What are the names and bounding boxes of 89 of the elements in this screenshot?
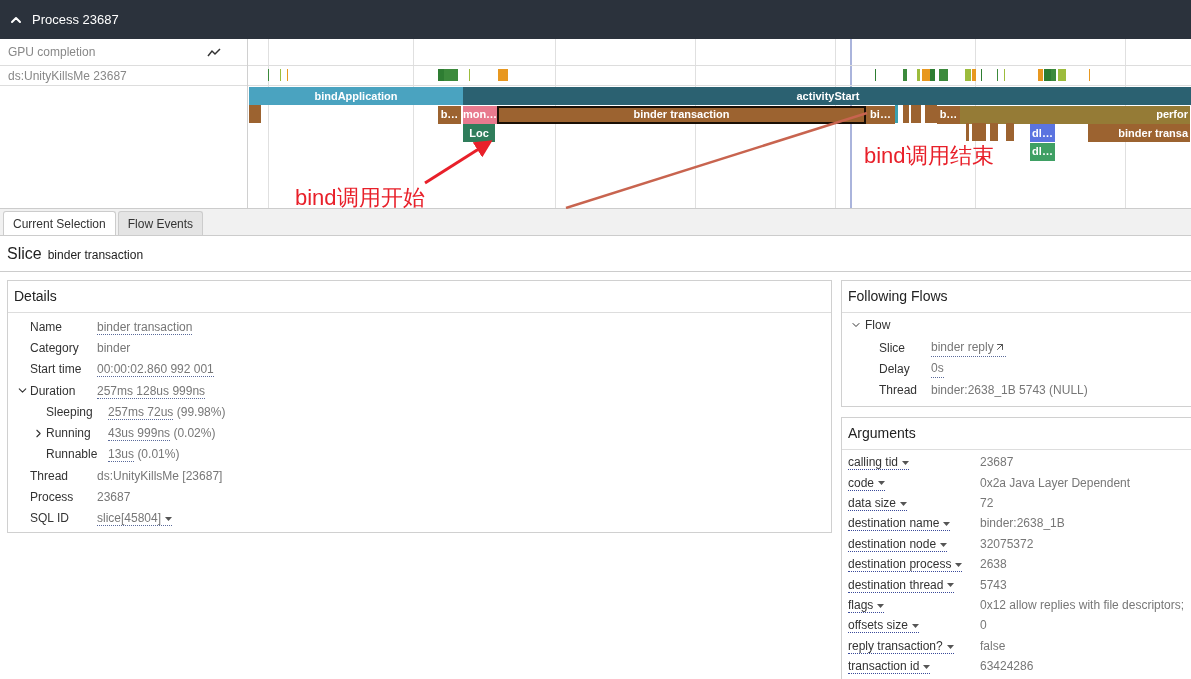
field-value[interactable]: 13us (0.01%) xyxy=(108,445,180,464)
field-label: Running xyxy=(46,425,91,443)
field-label: Name xyxy=(30,318,62,336)
dropdown-caret-icon xyxy=(947,583,955,588)
panel-tab[interactable]: Flow Events xyxy=(117,211,204,235)
dropdown-caret-icon xyxy=(943,522,951,527)
field-label: Thread xyxy=(30,467,69,485)
field-value[interactable]: binder reply xyxy=(931,338,1006,358)
argument-value: 72 xyxy=(980,494,994,512)
field-value: ds:UnityKillsMe [23687] xyxy=(97,467,223,485)
trace-slice[interactable]: perfor xyxy=(960,105,1190,124)
trace-slice[interactable]: bindApplication xyxy=(249,87,463,105)
argument-value: false xyxy=(980,637,1006,655)
dropdown-caret-icon xyxy=(877,603,885,608)
argument-value: 23687 xyxy=(980,454,1014,472)
dropdown-caret-icon xyxy=(955,562,963,567)
argument-key[interactable]: data size xyxy=(848,495,908,511)
field-label: Thread xyxy=(879,382,919,400)
trace-slice[interactable]: binder transaction xyxy=(497,105,866,124)
argument-value: 63424286 xyxy=(980,658,1034,676)
argument-value: 5743 xyxy=(980,576,1007,594)
trace-slice[interactable]: activityStart xyxy=(463,87,1191,105)
field-label: Slice xyxy=(879,339,906,357)
argument-key[interactable]: flags xyxy=(848,597,885,613)
process-title: Process 23687 xyxy=(32,10,119,29)
field-label: Delay xyxy=(879,360,911,378)
trace-slice[interactable]: mon… xyxy=(463,105,497,124)
argument-key[interactable]: code xyxy=(848,475,886,491)
argument-key[interactable]: transaction id xyxy=(848,659,931,675)
trace-slice[interactable]: dl… xyxy=(1030,124,1055,142)
dropdown-caret-icon xyxy=(946,644,954,649)
argument-key[interactable]: calling tid xyxy=(848,455,910,471)
track-label: ds:UnityKillsMe 23687 xyxy=(8,67,127,85)
selection-name: binder transaction xyxy=(47,246,144,264)
dropdown-caret-icon xyxy=(900,501,908,506)
field-value[interactable]: 43us 999ns (0.02%) xyxy=(108,424,216,443)
argument-key[interactable]: destination thread xyxy=(848,577,955,593)
field-value: 23687 xyxy=(97,489,131,506)
slice-ticks-drawing xyxy=(895,105,937,123)
field-label: Runnable xyxy=(46,446,98,464)
argument-key[interactable]: destination process xyxy=(848,557,963,573)
field-value[interactable]: 00:00:02.860 992 001 xyxy=(97,360,214,379)
field-label: Start time xyxy=(30,361,82,379)
dropdown-caret-icon xyxy=(911,624,919,629)
argument-value: 0 xyxy=(980,617,987,635)
annotation-text: bind调用开始 xyxy=(295,185,425,211)
trace-slice[interactable]: binder transa xyxy=(1088,124,1190,142)
field-value[interactable]: 0s xyxy=(931,359,944,379)
trace-slice[interactable]: b… xyxy=(438,105,461,124)
argument-key[interactable]: destination name xyxy=(848,516,951,532)
trace-slice[interactable]: bi… xyxy=(866,105,895,124)
field-value[interactable]: binder transaction xyxy=(97,317,193,336)
field-value: binder xyxy=(97,339,131,357)
flow-group-label: Flow xyxy=(865,317,891,334)
slice-ticks-drawing xyxy=(249,105,261,123)
argument-value: 32075372 xyxy=(980,535,1034,553)
panel-title: Arguments xyxy=(842,418,1191,450)
dropdown-caret-icon xyxy=(940,542,948,547)
field-value[interactable]: 257ms 72us (99.98%) xyxy=(108,402,226,421)
field-value[interactable]: 257ms 128us 999ns xyxy=(97,381,206,400)
field-label: SQL ID xyxy=(30,510,69,528)
dropdown-caret-icon xyxy=(878,481,886,486)
dropdown-caret-icon xyxy=(902,461,910,465)
argument-value: 0x2a Java Layer Dependent xyxy=(980,474,1131,492)
argument-value: binder:2638_1B xyxy=(980,515,1065,533)
panel-tab[interactable]: Current Selection xyxy=(3,211,116,235)
field-label: Category xyxy=(30,339,79,357)
argument-key[interactable]: reply transaction? xyxy=(848,638,954,654)
trace-slice[interactable]: Loc xyxy=(463,124,495,142)
argument-key[interactable]: offsets size xyxy=(848,618,919,634)
panel-title: Following Flows xyxy=(842,281,1191,313)
field-label: Duration xyxy=(30,382,76,400)
field-value: binder:2638_1B 5743 (NULL) xyxy=(931,382,1088,400)
panel-title: Details xyxy=(8,281,831,313)
field-value[interactable]: slice[45804] xyxy=(97,509,173,528)
argument-key[interactable]: destination node xyxy=(848,536,948,552)
trace-slice[interactable]: dl… xyxy=(1030,142,1055,161)
annotation-text: bind调用结束 xyxy=(864,143,994,169)
slice-ticks-drawing xyxy=(966,123,1014,141)
line-chart-icon[interactable] xyxy=(207,47,221,57)
selection-kind: Slice xyxy=(7,243,42,264)
argument-value: 2638 xyxy=(980,556,1007,574)
trace-slice[interactable]: b… xyxy=(937,105,960,124)
field-label: Sleeping xyxy=(46,403,93,421)
process-header[interactable]: Process 23687 xyxy=(0,0,1191,39)
dropdown-caret-icon xyxy=(923,664,931,669)
track-label: GPU completion xyxy=(8,44,96,61)
argument-value: 0x12 allow replies with file descriptors; xyxy=(980,596,1185,614)
field-label: Process xyxy=(30,489,74,506)
